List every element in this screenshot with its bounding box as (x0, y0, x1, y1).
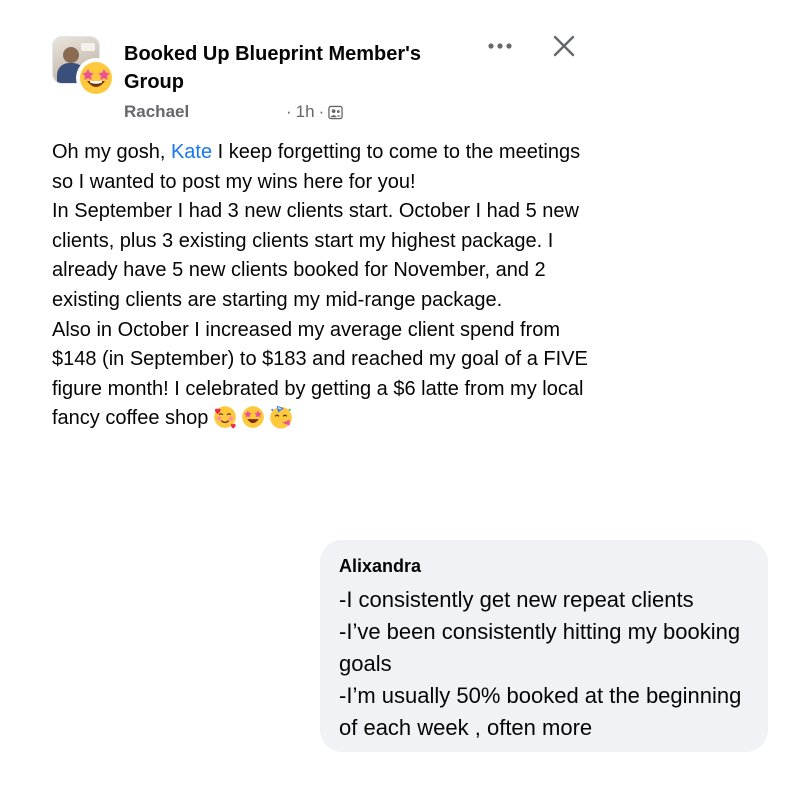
post-paragraph: Also in October I increased my average c… (52, 316, 592, 434)
post-paragraph: Oh my gosh, Kate I keep forgetting to co… (52, 138, 592, 197)
author-name-link[interactable]: Rachael (124, 100, 189, 124)
post-timestamp[interactable]: 1h (296, 100, 315, 124)
meta-separator: · (286, 102, 292, 121)
comment-bubble[interactable]: Alixandra -I consistently get new repeat… (320, 540, 768, 752)
comment-text: -I consistently get new repeat clients -… (339, 584, 759, 744)
post-avatar[interactable] (52, 36, 132, 116)
meta-separator: · (318, 102, 325, 121)
more-options-button[interactable] (482, 32, 518, 60)
star-struck-icon (242, 406, 265, 429)
smiling-face-with-hearts-icon (214, 406, 237, 429)
emoji-row (212, 404, 294, 430)
comment-line: -I consistently get new repeat clients (339, 587, 694, 612)
partying-face-icon (270, 405, 293, 429)
members-group-icon (328, 105, 343, 119)
group-photo-sign (81, 43, 95, 51)
post-time-group: · 1h · (286, 100, 343, 124)
close-icon (553, 35, 575, 57)
post-body: Oh my gosh, Kate I keep forgetting to co… (52, 138, 592, 434)
comment-line: -I’m usually 50% booked at the beginning… (339, 683, 742, 740)
post-paragraph: In September I had 3 new clients start. … (52, 200, 579, 311)
group-photo-person-head (63, 47, 79, 63)
more-options-icon (488, 43, 512, 49)
comment-line: -I’ve been consistently hitting my booki… (339, 619, 741, 676)
mention-link[interactable]: Kate (171, 141, 212, 163)
comment-author-link[interactable]: Alixandra (339, 554, 421, 578)
star-struck-avatar-icon[interactable] (76, 58, 116, 98)
group-name-link[interactable]: Booked Up Blueprint Member's Group (124, 40, 474, 96)
post-meta: Rachael · 1h · (124, 100, 343, 124)
post-text: Oh my gosh, (52, 141, 171, 163)
post-text: Also in October I increased my average c… (52, 318, 588, 430)
close-button[interactable] (548, 30, 580, 62)
